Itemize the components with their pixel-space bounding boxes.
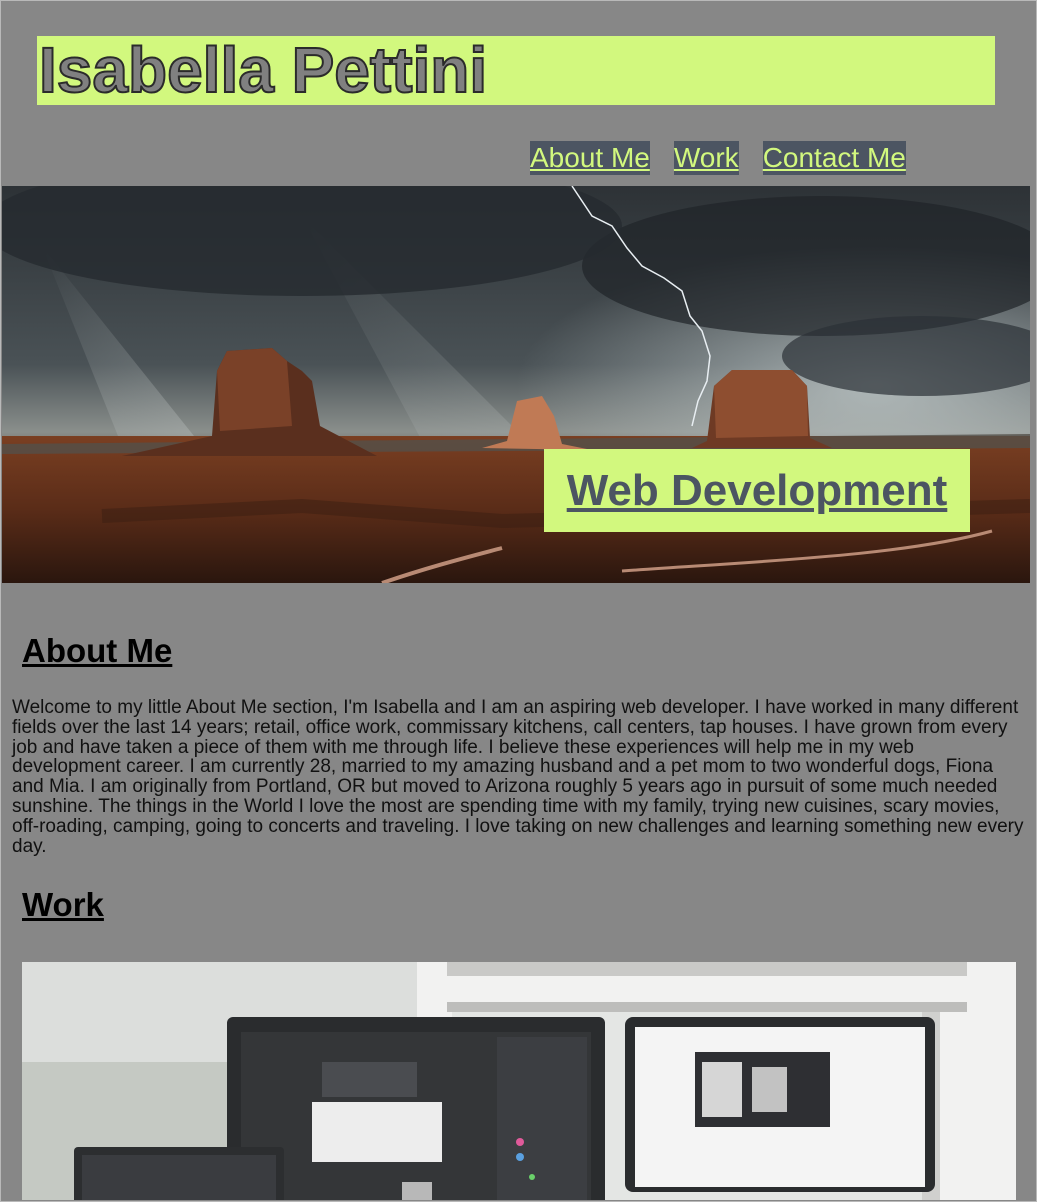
main-nav: About Me Work Contact Me <box>530 141 906 175</box>
about-paragraph: Welcome to my little About Me section, I… <box>12 697 1024 857</box>
nav-link-work[interactable]: Work <box>673 141 739 175</box>
web-development-link[interactable]: Web Development <box>567 466 948 516</box>
nav-link-contact-me[interactable]: Contact Me <box>762 141 906 175</box>
work-heading: Work <box>22 886 104 923</box>
about-heading: About Me <box>22 632 173 669</box>
work-image <box>22 962 1016 1200</box>
hero-badge: Web Development <box>544 449 970 532</box>
site-title: Isabella Pettini <box>37 35 995 106</box>
nav-link-about-me[interactable]: About Me <box>530 141 650 175</box>
